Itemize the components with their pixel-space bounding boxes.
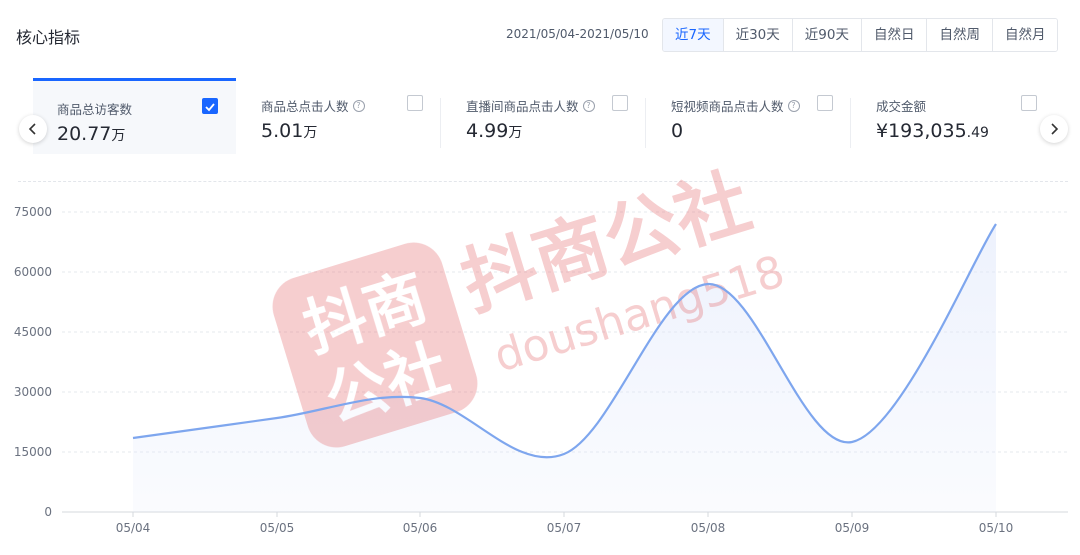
- x-tick-label: 05/07: [547, 521, 582, 535]
- x-axis: 05/04 05/05 05/06 05/07 05/08 05/09 05/10: [116, 512, 1014, 535]
- y-tick-label: 45000: [14, 325, 52, 339]
- x-tick-label: 05/05: [260, 521, 295, 535]
- y-tick-label: 60000: [14, 265, 52, 279]
- y-tick-label: 75000: [14, 205, 52, 219]
- y-tick-label: 15000: [14, 445, 52, 459]
- y-tick-label: 0: [44, 505, 52, 519]
- x-tick-label: 05/04: [116, 521, 151, 535]
- x-tick-label: 05/10: [979, 521, 1014, 535]
- x-tick-label: 05/08: [691, 521, 726, 535]
- line-chart: 01500030000450006000075000 05/04 05/05 05/…: [14, 158, 1068, 535]
- y-axis: 0 15000 30000 45000 60000 75000: [14, 205, 52, 519]
- y-tick-label: 30000: [14, 385, 52, 399]
- x-tick-label: 05/06: [403, 521, 438, 535]
- x-tick-label: 05/09: [835, 521, 870, 535]
